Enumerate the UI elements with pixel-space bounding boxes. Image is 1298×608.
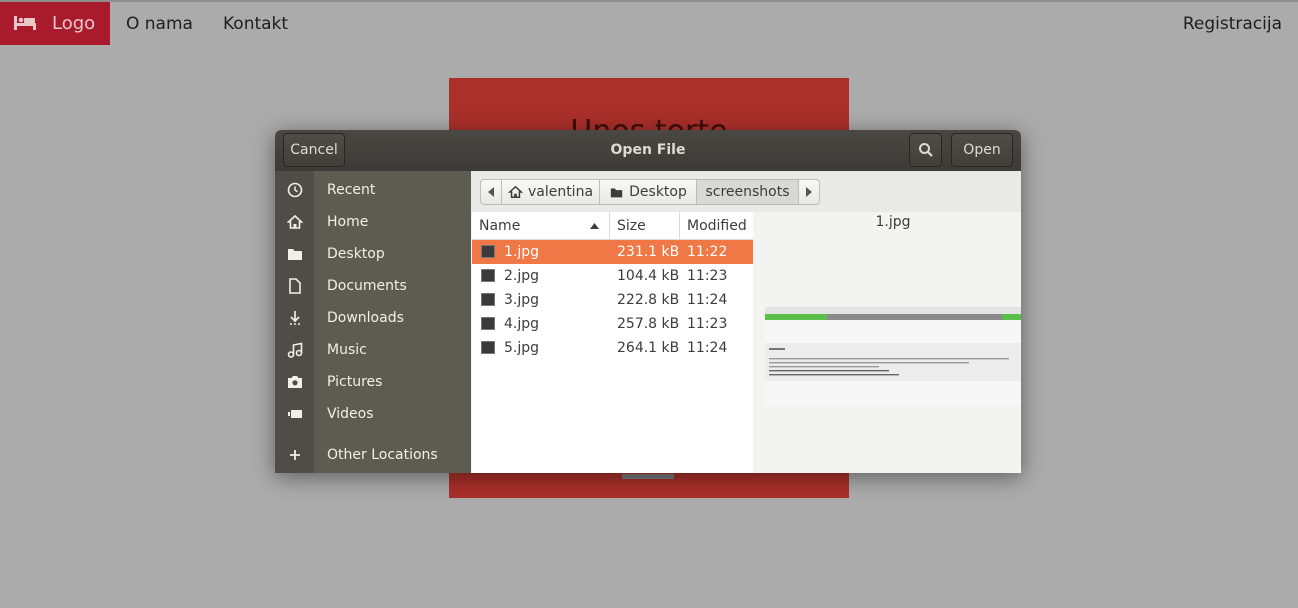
file-row[interactable]: 1.jpg 231.1 kB 11:22 <box>472 240 753 264</box>
file-preview-pane: 1.jpg <box>753 212 1021 473</box>
brand-label: Logo <box>52 13 96 34</box>
file-name: 4.jpg <box>504 316 540 332</box>
search-icon <box>918 143 933 157</box>
file-name: 3.jpg <box>504 292 540 308</box>
file-name: 1.jpg <box>504 244 540 260</box>
sidebar-item-documents[interactable]: Documents <box>275 270 471 302</box>
file-modified: 11:23 <box>687 268 728 284</box>
sidebar-item-pictures[interactable]: Pictures <box>275 366 471 398</box>
sidebar-item-other-locations[interactable]: Other Locations <box>275 439 471 471</box>
file-size: 104.4 kB <box>617 268 680 284</box>
file-modified: 11:23 <box>687 316 728 332</box>
path-crumb-home[interactable]: valentina <box>501 179 600 205</box>
path-back-button[interactable] <box>480 179 502 205</box>
image-file-icon <box>481 293 495 306</box>
file-row[interactable]: 5.jpg 264.1 kB 11:24 <box>472 336 753 360</box>
clock-icon <box>287 182 303 198</box>
path-crumb-label: valentina <box>527 184 594 200</box>
file-modified: 11:22 <box>687 244 728 260</box>
file-row[interactable]: 4.jpg 257.8 kB 11:23 <box>472 312 753 336</box>
sidebar-item-label: Recent <box>327 182 376 198</box>
file-size: 257.8 kB <box>617 316 680 332</box>
path-crumb-label: screenshots <box>705 184 790 200</box>
chevron-left-icon <box>488 187 494 197</box>
sidebar-item-downloads[interactable]: Downloads <box>275 302 471 334</box>
bed-icon <box>14 16 36 30</box>
preview-file-name: 1.jpg <box>875 214 911 230</box>
path-crumb-screenshots[interactable]: screenshots <box>696 179 799 205</box>
sidebar-item-label: Other Locations <box>327 447 438 463</box>
sidebar-item-music[interactable]: Music <box>275 334 471 366</box>
sort-ascending-icon <box>590 223 599 229</box>
home-icon <box>507 185 523 198</box>
sidebar-item-label: Pictures <box>327 374 383 390</box>
music-icon <box>287 342 303 358</box>
sidebar-item-home[interactable]: Home <box>275 206 471 238</box>
download-icon <box>290 311 300 325</box>
plus-icon <box>290 450 300 460</box>
path-forward-button[interactable] <box>798 179 820 205</box>
file-list: Name Size Modified 1.jpg 231.1 kB 11:22 … <box>472 212 753 473</box>
register-link[interactable]: Registracija <box>1183 14 1282 34</box>
column-header-name[interactable]: Name <box>472 212 610 240</box>
sidebar-item-videos[interactable]: Videos <box>275 398 471 430</box>
dialog-header: Cancel Open File Open <box>275 130 1021 172</box>
camera-icon <box>288 376 302 388</box>
sidebar-item-label: Documents <box>327 278 407 294</box>
video-icon <box>288 410 302 418</box>
sidebar-item-label: Home <box>327 214 369 230</box>
document-icon <box>289 278 301 294</box>
navbar: Logo O nama Kontakt Registracija <box>0 2 1298 46</box>
panel-button[interactable] <box>622 474 674 479</box>
image-file-icon <box>481 341 495 354</box>
file-size: 231.1 kB <box>617 244 680 260</box>
file-name: 5.jpg <box>504 340 540 356</box>
column-header-modified[interactable]: Modified <box>680 212 753 240</box>
nav-link-about[interactable]: O nama <box>126 14 193 34</box>
path-bar: valentina Desktop screenshots <box>471 171 1021 213</box>
sidebar-item-label: Music <box>327 342 367 358</box>
open-button[interactable]: Open <box>951 133 1013 167</box>
column-header-label: Name <box>479 218 521 234</box>
search-button[interactable] <box>909 133 942 167</box>
open-file-dialog: Cancel Open File Open Recent Home Deskto… <box>275 130 1021 473</box>
preview-thumbnail <box>765 307 1021 405</box>
file-row[interactable]: 2.jpg 104.4 kB 11:23 <box>472 264 753 288</box>
image-file-icon <box>481 245 495 258</box>
file-modified: 11:24 <box>687 292 728 308</box>
sidebar-item-label: Desktop <box>327 246 385 262</box>
sidebar-item-desktop[interactable]: Desktop <box>275 238 471 270</box>
chevron-right-icon <box>806 187 812 197</box>
sidebar-item-recent[interactable]: Recent <box>275 174 471 206</box>
folder-icon <box>610 187 623 197</box>
folder-icon <box>288 249 302 260</box>
file-size: 222.8 kB <box>617 292 680 308</box>
sidebar-item-label: Downloads <box>327 310 404 326</box>
image-file-icon <box>481 317 495 330</box>
file-name: 2.jpg <box>504 268 540 284</box>
places-sidebar: Recent Home Desktop Documents Downloads … <box>275 171 471 473</box>
brand-link[interactable]: Logo <box>0 2 110 45</box>
path-crumb-desktop[interactable]: Desktop <box>599 179 697 205</box>
file-size: 264.1 kB <box>617 340 680 356</box>
file-row[interactable]: 3.jpg 222.8 kB 11:24 <box>472 288 753 312</box>
column-header-size[interactable]: Size <box>610 212 680 240</box>
sidebar-item-label: Videos <box>327 406 374 422</box>
file-modified: 11:24 <box>687 340 728 356</box>
nav-link-contact[interactable]: Kontakt <box>223 14 288 34</box>
image-file-icon <box>481 269 495 282</box>
home-icon <box>287 214 303 229</box>
column-header-label: Size <box>617 218 646 234</box>
path-crumb-label: Desktop <box>629 184 687 200</box>
column-header-label: Modified <box>687 218 747 234</box>
